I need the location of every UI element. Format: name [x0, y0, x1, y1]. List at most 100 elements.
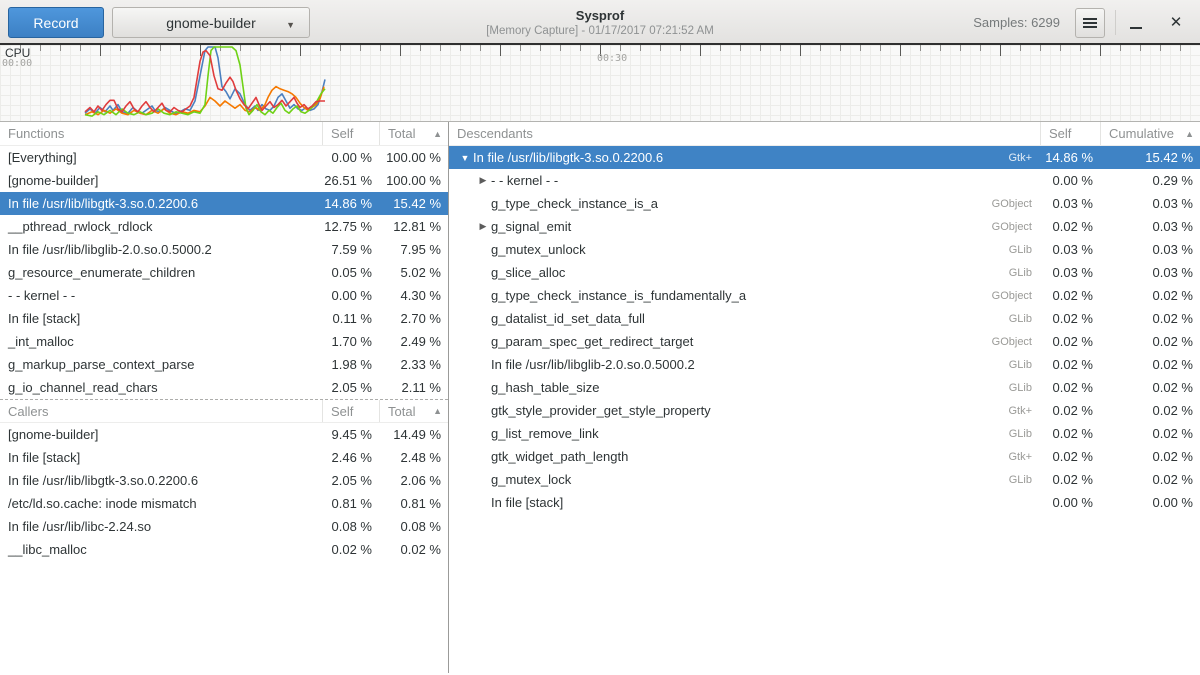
function-name: g_io_channel_read_chars [0, 380, 322, 395]
table-row[interactable]: In file /usr/lib/libglib-2.0.so.0.5000.2… [0, 238, 448, 261]
table-row[interactable]: _int_malloc1.70 %2.49 % [0, 330, 448, 353]
table-row[interactable]: In file [stack]0.11 %2.70 % [0, 307, 448, 330]
self-value: 0.02 % [1040, 219, 1100, 234]
table-row[interactable]: __libc_malloc0.02 %0.02 % [0, 538, 448, 561]
descendant-name-cell: g_slice_allocGLib [449, 265, 1040, 280]
self-value: 2.05 % [322, 473, 379, 488]
cumulative-value: 0.02 % [1100, 288, 1200, 303]
callers-table-header: Callers Self Total ▲ [0, 399, 448, 423]
table-row[interactable]: g_io_channel_read_chars2.05 %2.11 % [0, 376, 448, 399]
descendant-name: - - kernel - - [491, 173, 558, 188]
tree-row[interactable]: ▶- - kernel - -0.00 %0.29 % [449, 169, 1200, 192]
total-value: 2.49 % [379, 334, 448, 349]
function-name: [Everything] [0, 150, 322, 165]
tree-row[interactable]: g_type_check_instance_is_aGObject0.03 %0… [449, 192, 1200, 215]
cumulative-value: 0.02 % [1100, 380, 1200, 395]
function-name: [gnome-builder] [0, 427, 322, 442]
tree-row[interactable]: g_list_remove_linkGLib0.02 %0.02 % [449, 422, 1200, 445]
profile-panes: Functions Self Total ▲ [Everything]0.00 … [0, 122, 1200, 673]
cumulative-value: 0.02 % [1100, 426, 1200, 441]
process-selector-label: gnome-builder [166, 15, 256, 31]
tree-row[interactable]: g_datalist_id_set_data_fullGLib0.02 %0.0… [449, 307, 1200, 330]
self-column-header[interactable]: Self [322, 400, 379, 422]
capture-subtitle: [Memory Capture] - 01/17/2017 07:21:52 A… [486, 24, 714, 38]
self-value: 0.02 % [1040, 357, 1100, 372]
total-value: 100.00 % [379, 173, 448, 188]
table-row[interactable]: - - kernel - -0.00 %4.30 % [0, 284, 448, 307]
tree-row[interactable]: g_mutex_unlockGLib0.03 %0.03 % [449, 238, 1200, 261]
function-name: g_markup_parse_context_parse [0, 357, 322, 372]
total-column-header[interactable]: Total ▲ [379, 122, 448, 145]
descendants-column-header[interactable]: Descendants [449, 122, 1040, 145]
library-tag: GLib [1009, 428, 1040, 440]
table-row[interactable]: [gnome-builder]9.45 %14.49 % [0, 423, 448, 446]
menu-button[interactable] [1075, 8, 1105, 38]
descendants-table-header: Descendants Self Cumulative ▲ [449, 122, 1200, 146]
self-value: 0.03 % [1040, 242, 1100, 257]
table-row[interactable]: [gnome-builder]26.51 %100.00 % [0, 169, 448, 192]
functions-column-header[interactable]: Functions [0, 122, 322, 145]
self-column-header[interactable]: Self [1040, 122, 1100, 145]
tree-row[interactable]: ▶g_signal_emitGObject0.02 %0.03 % [449, 215, 1200, 238]
total-value: 4.30 % [379, 288, 448, 303]
descendant-name: In file /usr/lib/libgtk-3.so.0.2200.6 [473, 150, 663, 165]
cumulative-value: 0.03 % [1100, 242, 1200, 257]
tree-row[interactable]: gtk_style_provider_get_style_propertyGtk… [449, 399, 1200, 422]
library-tag: GLib [1009, 244, 1040, 256]
total-column-header[interactable]: Total ▲ [379, 400, 448, 422]
total-value: 7.95 % [379, 242, 448, 257]
descendant-name: g_mutex_lock [491, 472, 571, 487]
self-value: 0.02 % [1040, 403, 1100, 418]
expander-closed-icon[interactable]: ▶ [475, 175, 491, 186]
tree-row[interactable]: gtk_widget_path_lengthGtk+0.02 %0.02 % [449, 445, 1200, 468]
table-row[interactable]: /etc/ld.so.cache: inode mismatch0.81 %0.… [0, 492, 448, 515]
process-selector-dropdown[interactable]: gnome-builder ▼ [112, 7, 310, 38]
self-value: 26.51 % [322, 173, 379, 188]
self-value: 0.02 % [1040, 380, 1100, 395]
descendant-name: g_signal_emit [491, 219, 571, 234]
table-row[interactable]: In file /usr/lib/libgtk-3.so.0.2200.614.… [0, 192, 448, 215]
record-button[interactable]: Record [8, 7, 104, 38]
table-row[interactable]: In file [stack]2.46 %2.48 % [0, 446, 448, 469]
tree-row[interactable]: g_slice_allocGLib0.03 %0.03 % [449, 261, 1200, 284]
minimize-button[interactable] [1124, 6, 1148, 38]
tree-row[interactable]: g_hash_table_sizeGLib0.02 %0.02 % [449, 376, 1200, 399]
header-separator [1115, 10, 1116, 35]
function-name: /etc/ld.so.cache: inode mismatch [0, 496, 322, 511]
time-tick-label: 00:00 [2, 58, 32, 69]
tree-row[interactable]: g_mutex_lockGLib0.02 %0.02 % [449, 468, 1200, 491]
tree-row[interactable]: In file /usr/lib/libglib-2.0.so.0.5000.2… [449, 353, 1200, 376]
close-button[interactable]: ✕ [1164, 6, 1188, 38]
self-column-header[interactable]: Self [322, 122, 379, 145]
library-tag: GObject [992, 336, 1040, 348]
expander-open-icon[interactable]: ▼ [457, 153, 473, 163]
cumulative-value: 0.29 % [1100, 173, 1200, 188]
descendant-name: g_list_remove_link [491, 426, 599, 441]
cumulative-column-header[interactable]: Cumulative ▲ [1100, 122, 1200, 145]
tree-row[interactable]: ▼In file /usr/lib/libgtk-3.so.0.2200.6Gt… [449, 146, 1200, 169]
self-value: 0.02 % [1040, 426, 1100, 441]
expander-closed-icon[interactable]: ▶ [475, 221, 491, 232]
table-row[interactable]: In file /usr/lib/libgtk-3.so.0.2200.62.0… [0, 469, 448, 492]
cpu-graph[interactable]: CPU 00:0000:30 [0, 45, 1200, 122]
table-row[interactable]: In file /usr/lib/libc-2.24.so0.08 %0.08 … [0, 515, 448, 538]
descendants-table-body: ▼In file /usr/lib/libgtk-3.so.0.2200.6Gt… [449, 146, 1200, 514]
library-tag: GLib [1009, 474, 1040, 486]
table-row[interactable]: __pthread_rwlock_rdlock12.75 %12.81 % [0, 215, 448, 238]
sort-ascending-icon: ▲ [433, 129, 442, 139]
total-value: 0.81 % [379, 496, 448, 511]
self-value: 0.05 % [322, 265, 379, 280]
table-row[interactable]: [Everything]0.00 %100.00 % [0, 146, 448, 169]
tree-row[interactable]: In file [stack]0.00 %0.00 % [449, 491, 1200, 514]
descendant-name: gtk_widget_path_length [491, 449, 628, 464]
function-name: In file /usr/lib/libc-2.24.so [0, 519, 322, 534]
table-row[interactable]: g_markup_parse_context_parse1.98 %2.33 % [0, 353, 448, 376]
cumulative-value: 0.03 % [1100, 265, 1200, 280]
table-row[interactable]: g_resource_enumerate_children0.05 %5.02 … [0, 261, 448, 284]
descendant-name-cell: g_mutex_unlockGLib [449, 242, 1040, 257]
tree-row[interactable]: g_type_check_instance_is_fundamentally_a… [449, 284, 1200, 307]
callers-column-header[interactable]: Callers [0, 400, 322, 422]
tree-row[interactable]: g_param_spec_get_redirect_targetGObject0… [449, 330, 1200, 353]
total-value: 100.00 % [379, 150, 448, 165]
descendant-name: g_param_spec_get_redirect_target [491, 334, 693, 349]
